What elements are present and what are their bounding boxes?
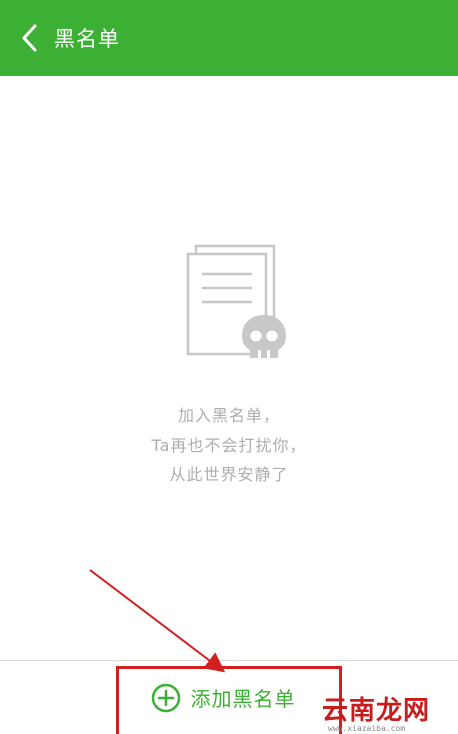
empty-text-line: Ta再也不会打扰你， [151,436,307,455]
empty-text-line: 加入黑名单， [177,406,280,425]
watermark-text: 云南龙网 [322,696,431,726]
back-button[interactable] [4,0,54,76]
annotation-highlight-box [116,666,342,734]
blacklist-screen: 黑名单 加入黑名单， Ta再也不会打扰你， 从此世界安静了 添加黑名单 云南龙网… [0,0,458,734]
empty-text-line: 从此世界安静了 [169,465,289,484]
page-title: 黑名单 [54,27,120,51]
watermark-url: www.xiazaiba.com [328,724,406,733]
app-header: 黑名单 [0,0,458,76]
empty-state: 加入黑名单， Ta再也不会打扰你， 从此世界安静了 [0,76,458,660]
watermark: 云南龙网 www.xiazaiba.com [318,690,458,734]
chevron-left-icon [22,24,37,52]
